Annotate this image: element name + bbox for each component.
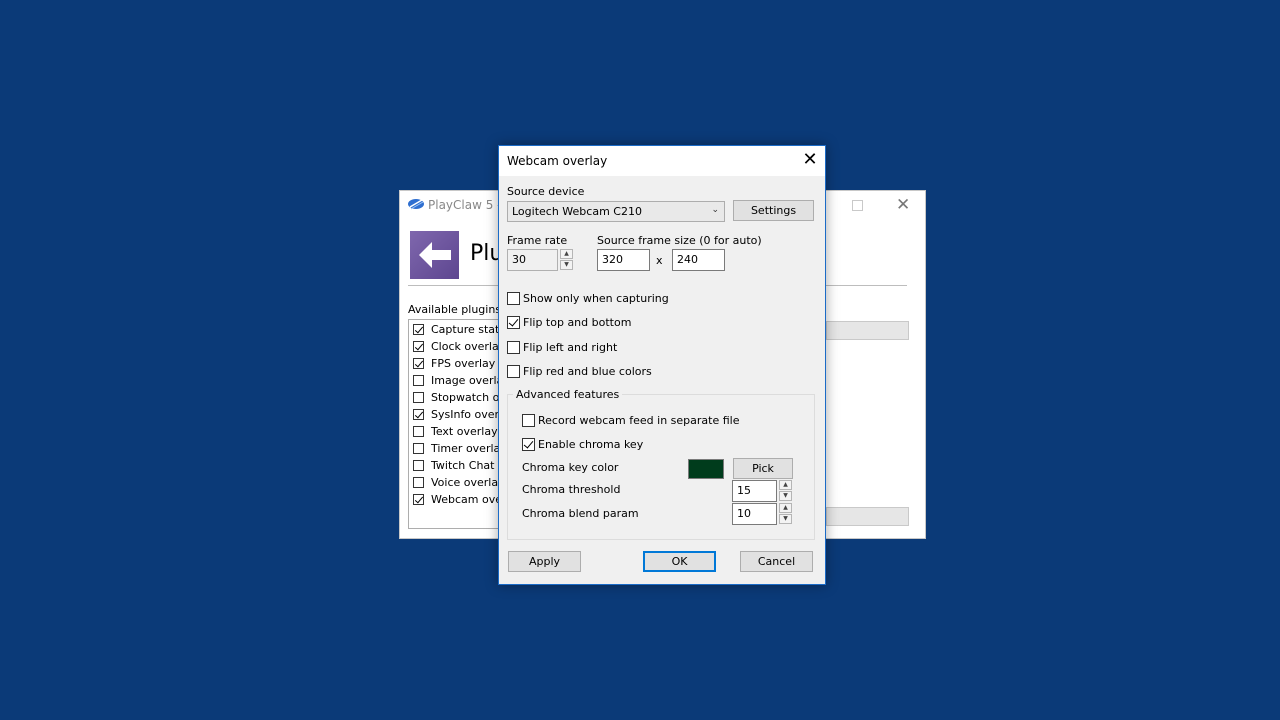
spin-down-icon[interactable]: ▼ xyxy=(779,491,792,501)
checkbox[interactable] xyxy=(413,392,424,403)
checkbox[interactable] xyxy=(413,358,424,369)
available-plugins-label: Available plugins xyxy=(408,303,502,316)
chroma-threshold-field[interactable]: 15 xyxy=(732,480,777,502)
close-icon[interactable]: ✕ xyxy=(896,195,910,215)
frame-rate-field[interactable]: 30 xyxy=(507,249,558,271)
frame-width-field[interactable]: 320 xyxy=(597,249,650,271)
maximize-icon[interactable] xyxy=(852,200,863,211)
checkbox[interactable] xyxy=(413,375,424,386)
blend-spinner[interactable]: ▲ ▼ xyxy=(779,503,792,524)
settings-button[interactable]: Settings xyxy=(733,200,814,221)
frame-size-label: Source frame size (0 for auto) xyxy=(597,234,762,247)
source-device-dropdown[interactable]: Logitech Webcam C210 ⌄ xyxy=(507,201,725,222)
dialog-title: Webcam overlay xyxy=(507,154,608,168)
chroma-threshold-label: Chroma threshold xyxy=(522,483,621,496)
cancel-button[interactable]: Cancel xyxy=(740,551,813,572)
checkbox[interactable] xyxy=(413,443,424,454)
back-button[interactable] xyxy=(410,231,459,279)
advanced-features-legend: Advanced features xyxy=(513,388,623,401)
chroma-blend-field[interactable]: 10 xyxy=(732,503,777,525)
checkbox[interactable] xyxy=(413,341,424,352)
spin-up-icon[interactable]: ▲ xyxy=(779,503,792,513)
settings-panel-bar xyxy=(826,507,909,526)
spin-down-icon[interactable]: ▼ xyxy=(560,260,573,270)
frame-size-separator: x xyxy=(656,254,663,267)
arrow-left-icon xyxy=(419,242,451,268)
plugins-list[interactable]: Capture stat o Clock overlay FPS overlay… xyxy=(408,319,508,529)
settings-panel-bar xyxy=(826,321,909,340)
spin-up-icon[interactable]: ▲ xyxy=(779,480,792,490)
ok-button[interactable]: OK xyxy=(643,551,716,572)
checkbox[interactable] xyxy=(413,324,424,335)
apply-button[interactable]: Apply xyxy=(508,551,581,572)
playclaw-app-icon xyxy=(407,197,425,211)
pick-color-button[interactable]: Pick xyxy=(733,458,793,479)
frame-height-field[interactable]: 240 xyxy=(672,249,725,271)
threshold-spinner[interactable]: ▲ ▼ xyxy=(779,480,792,501)
source-device-value: Logitech Webcam C210 xyxy=(512,205,642,218)
frame-rate-label: Frame rate xyxy=(507,234,568,247)
chroma-color-swatch[interactable] xyxy=(688,459,724,479)
checkbox[interactable] xyxy=(413,460,424,471)
chevron-down-icon: ⌄ xyxy=(711,205,719,215)
webcam-overlay-dialog: Webcam overlay ✕ Source device Logitech … xyxy=(498,145,826,585)
checkbox[interactable] xyxy=(413,494,424,505)
source-device-label: Source device xyxy=(507,185,585,198)
spin-down-icon[interactable]: ▼ xyxy=(779,514,792,524)
checkbox[interactable] xyxy=(413,426,424,437)
close-icon[interactable]: ✕ xyxy=(797,148,823,172)
chroma-blend-label: Chroma blend param xyxy=(522,507,639,520)
checkbox[interactable] xyxy=(413,477,424,488)
chroma-key-color-label: Chroma key color xyxy=(522,461,619,474)
spin-up-icon[interactable]: ▲ xyxy=(560,249,573,259)
checkbox[interactable] xyxy=(413,409,424,420)
frame-rate-spinner[interactable]: ▲ ▼ xyxy=(560,249,573,270)
